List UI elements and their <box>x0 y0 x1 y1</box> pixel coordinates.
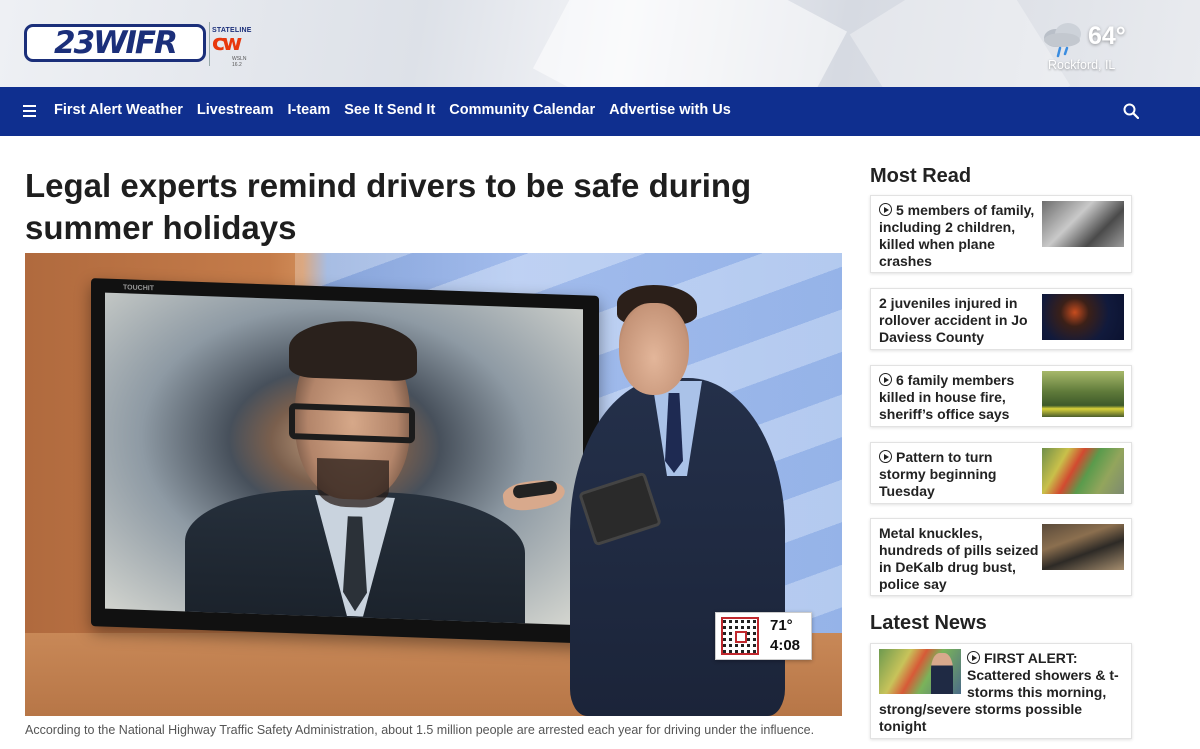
latest-news-title: Latest News <box>870 612 987 634</box>
rain-cloud-icon <box>1044 23 1081 58</box>
most-read-item[interactable]: Metal knuckles, hundreds of pills seized… <box>870 518 1132 596</box>
video-play-icon <box>879 450 892 463</box>
meteorologist-figure <box>931 653 953 694</box>
nav-items: First Alert Weather Livestream I-team Se… <box>54 102 731 118</box>
most-read-item[interactable]: Pattern to turn stormy beginning Tuesday <box>870 442 1132 504</box>
latest-news-item-text-continued: strong/severe storms possible tonight <box>879 701 1083 734</box>
main-nav: First Alert Weather Livestream I-team Se… <box>0 87 1200 136</box>
anchor-head <box>619 303 689 395</box>
most-read-item-label: Metal knuckles, hundreds of pills seized… <box>879 525 1039 592</box>
video-play-icon <box>879 373 892 386</box>
nav-item-first-alert-weather[interactable]: First Alert Weather <box>54 102 183 118</box>
nav-item-community-calendar[interactable]: Community Calendar <box>449 102 595 118</box>
partner-logo-bottom: WSLN 16.2 <box>232 56 247 68</box>
nav-item-i-team[interactable]: I-team <box>288 102 331 118</box>
most-read-item-label: Pattern to turn stormy beginning Tuesday <box>879 449 997 499</box>
most-read-thumbnail <box>1042 371 1124 417</box>
most-read-thumbnail <box>1042 201 1124 247</box>
current-temperature: 64° <box>1088 22 1126 50</box>
article-hero-image[interactable]: TOUCHIT 71° 4:08 <box>25 253 842 716</box>
most-read-thumbnail <box>1042 524 1124 570</box>
partner-logo-mark: cw <box>212 31 242 56</box>
site-header: 23WIFR STATELINE cw WSLN 16.2 64° Rockfo… <box>0 0 1200 87</box>
nav-item-advertise[interactable]: Advertise with Us <box>609 102 731 118</box>
partner-logo[interactable]: STATELINE cw WSLN 16.2 <box>212 27 256 68</box>
most-read-item[interactable]: 2 juveniles injured in rollover accident… <box>870 288 1132 350</box>
logo-text: 23WIFR <box>54 25 178 61</box>
image-caption: According to the National Highway Traffi… <box>25 723 815 737</box>
most-read-item-text: Metal knuckles, hundreds of pills seized… <box>879 525 1041 593</box>
bug-temperature: 71° <box>770 617 793 634</box>
most-read-item-label: 5 members of family, including 2 childre… <box>879 202 1035 269</box>
most-read-item-text: 2 juveniles injured in rollover accident… <box>879 295 1041 346</box>
most-read-item[interactable]: 5 members of family, including 2 childre… <box>870 195 1132 273</box>
qr-code-icon <box>721 617 759 655</box>
broadcast-bug: 71° 4:08 <box>715 612 812 660</box>
article-headline: Legal experts remind drivers to be safe … <box>25 167 752 246</box>
nav-item-see-it-send-it[interactable]: See It Send It <box>344 102 435 118</box>
guest-hair <box>289 319 417 382</box>
monitor-brand: TOUCHIT <box>123 284 154 293</box>
weather-location: Rockford, IL <box>1048 58 1116 72</box>
latest-news-item-label: FIRST ALERT: Scattered showers & t-storm… <box>967 650 1119 700</box>
most-read-item-text: 5 members of family, including 2 childre… <box>879 202 1041 270</box>
weather-widget[interactable]: 64° Rockford, IL <box>1038 18 1178 78</box>
studio-monitor: TOUCHIT <box>91 278 599 644</box>
most-read-thumbnail <box>1042 448 1124 494</box>
most-read-title: Most Read <box>870 165 972 187</box>
header-decoration <box>532 0 848 87</box>
monitor-screen <box>105 292 583 626</box>
hamburger-icon[interactable] <box>23 105 36 117</box>
most-read-item-text: Pattern to turn stormy beginning Tuesday <box>879 449 1041 500</box>
most-read-item-label: 2 juveniles injured in rollover accident… <box>879 295 1028 345</box>
most-read-thumbnail <box>1042 294 1124 340</box>
site-logo[interactable]: 23WIFR <box>24 24 206 62</box>
most-read-item[interactable]: 6 family members killed in house fire, s… <box>870 365 1132 427</box>
latest-news-item[interactable]: FIRST ALERT: Scattered showers & t-storm… <box>870 643 1132 739</box>
video-play-icon <box>967 651 980 664</box>
search-icon[interactable] <box>1123 103 1139 119</box>
video-play-icon <box>879 203 892 216</box>
most-read-item-text: 6 family members killed in house fire, s… <box>879 372 1041 423</box>
latest-news-thumbnail <box>879 649 961 694</box>
logo-divider <box>209 22 210 66</box>
latest-news-item-text: FIRST ALERT: Scattered showers & t-storm… <box>967 650 1129 701</box>
guest-beard <box>317 458 389 509</box>
nav-item-livestream[interactable]: Livestream <box>197 102 274 118</box>
bug-time: 4:08 <box>770 637 801 654</box>
most-read-item-label: 6 family members killed in house fire, s… <box>879 372 1015 422</box>
guest-glasses <box>289 403 415 444</box>
